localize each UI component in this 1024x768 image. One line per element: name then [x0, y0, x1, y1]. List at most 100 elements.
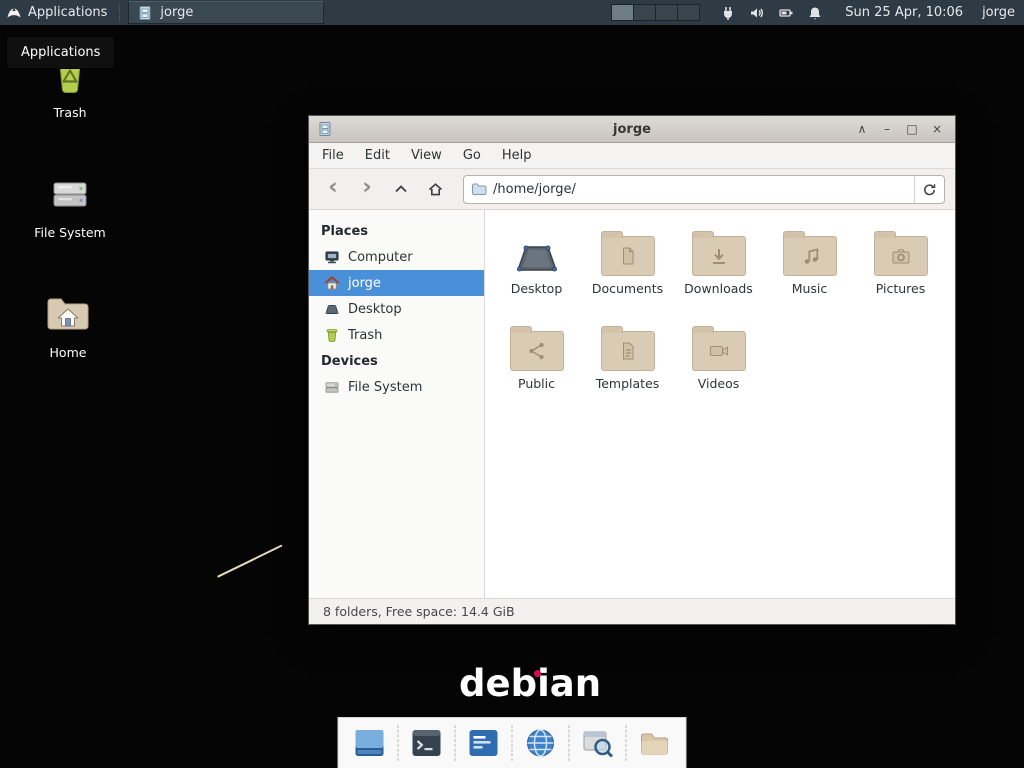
sidebar-item-jorge[interactable]: jorge [309, 270, 484, 296]
desktop-icon-label: Trash [53, 105, 86, 120]
dock-separator [398, 725, 399, 761]
applications-tooltip-text: Applications [21, 45, 100, 60]
file-icon-downloads[interactable]: Downloads [673, 226, 764, 321]
file-label: Music [792, 281, 828, 296]
back-icon: ‹ [328, 176, 337, 199]
file-view[interactable]: Desktop Documents Downloads [485, 210, 955, 598]
address-bar [463, 175, 945, 204]
sidebar-item-desktop[interactable]: Desktop [309, 296, 484, 322]
panel-spacer [324, 0, 603, 25]
shade-button[interactable]: ∧ [852, 119, 872, 139]
applications-tooltip: Applications [6, 36, 115, 69]
file-icon-pictures[interactable]: Pictures [855, 226, 946, 321]
drive-icon [324, 379, 340, 395]
volume-icon[interactable] [749, 5, 765, 21]
file-icon-templates[interactable]: Templates [582, 321, 673, 416]
panel-user-action[interactable]: jorge [973, 0, 1024, 25]
desktop-icon-label: Home [50, 345, 87, 360]
computer-icon [324, 249, 340, 265]
home-folder-icon [44, 290, 92, 338]
dock-separator [626, 725, 627, 761]
file-label: Downloads [684, 281, 753, 296]
dock-panel [338, 717, 687, 768]
file-icon-documents[interactable]: Documents [582, 226, 673, 321]
workspace-1[interactable] [612, 5, 633, 20]
file-icon-desktop[interactable]: Desktop [491, 226, 582, 321]
sidebar-item-label: Desktop [348, 302, 402, 317]
sidebar-item-trash[interactable]: Trash [309, 322, 484, 348]
dock-separator [512, 725, 513, 761]
dock-launcher-web-browser[interactable] [522, 723, 560, 763]
console-icon [468, 727, 500, 759]
top-panel: Applications jorge Sun 25 Apr, 10:06 jor… [0, 0, 1024, 25]
forward-button[interactable]: › [353, 175, 381, 203]
sidebar-item-label: File System [348, 380, 422, 395]
dock-separator [569, 725, 570, 761]
dock-launcher-file-manager[interactable] [636, 723, 674, 763]
applications-menu-button[interactable]: Applications [0, 0, 117, 25]
desktop-pad-icon [514, 226, 560, 276]
reload-button[interactable] [914, 176, 944, 203]
system-tray [708, 0, 835, 25]
statusbar: 8 folders, Free space: 14.4 GiB [309, 598, 955, 624]
dock-launcher-terminal[interactable] [408, 723, 446, 763]
file-label: Documents [592, 281, 663, 296]
file-icon-videos[interactable]: Videos [673, 321, 764, 416]
desktop-root: { "icons": { "back": "‹", "forward": "›"… [0, 0, 1024, 768]
address-input[interactable] [493, 182, 908, 197]
dock-launcher-console[interactable] [465, 723, 503, 763]
toolbar: ‹ › [309, 169, 955, 210]
wallpaper-line-artifact [217, 544, 283, 577]
menu-help[interactable]: Help [502, 148, 532, 163]
sidebar-header-devices: Devices [309, 348, 484, 374]
home-icon [324, 275, 340, 291]
maximize-button[interactable]: □ [902, 119, 922, 139]
desktop-icon-home[interactable]: Home [20, 290, 116, 360]
workspace-2[interactable] [634, 5, 655, 20]
applications-menu-label: Applications [28, 5, 107, 20]
taskbar-window-label: jorge [160, 5, 193, 20]
menu-edit[interactable]: Edit [365, 148, 390, 163]
workspace-3[interactable] [656, 5, 677, 20]
power-plug-icon[interactable] [720, 5, 736, 21]
sidebar: Places Computer jorge Desktop [309, 210, 485, 598]
file-label: Templates [596, 376, 660, 391]
globe-icon [525, 727, 557, 759]
dock-launcher-desktop[interactable] [351, 723, 389, 763]
file-label: Videos [698, 376, 740, 391]
home-button[interactable] [421, 175, 449, 203]
menu-view[interactable]: View [411, 148, 442, 163]
sidebar-item-label: Trash [348, 328, 382, 343]
minimize-button[interactable]: – [877, 119, 897, 139]
debian-swirl-dot [534, 670, 541, 677]
back-button[interactable]: ‹ [319, 175, 347, 203]
trash-icon [324, 327, 340, 343]
sidebar-item-computer[interactable]: Computer [309, 244, 484, 270]
taskbar-window-button[interactable]: jorge [128, 1, 324, 24]
clock[interactable]: Sun 25 Apr, 10:06 [835, 0, 973, 25]
sidebar-item-label: Computer [348, 250, 413, 265]
dock-launcher-application-finder[interactable] [579, 723, 617, 763]
drive-icon [46, 170, 94, 218]
menu-go[interactable]: Go [463, 148, 481, 163]
sidebar-item-label: jorge [348, 276, 381, 291]
videos-folder-icon [692, 321, 746, 371]
xfce-logo-icon [6, 5, 22, 21]
home-icon [427, 181, 444, 197]
menu-file[interactable]: File [322, 148, 344, 163]
address-folder-icon [471, 181, 487, 197]
desktop-icon-file-system[interactable]: File System [22, 170, 118, 240]
notifications-bell-icon[interactable] [807, 5, 823, 21]
file-icon-public[interactable]: Public [491, 321, 582, 416]
forward-icon: › [362, 176, 371, 199]
file-icon-music[interactable]: Music [764, 226, 855, 321]
workspace-4[interactable] [678, 5, 699, 20]
sidebar-item-file-system[interactable]: File System [309, 374, 484, 400]
window-titlebar[interactable]: jorge ∧ – □ × [309, 116, 955, 143]
pictures-folder-icon [874, 226, 928, 276]
close-button[interactable]: × [927, 119, 947, 139]
workspace-switcher [611, 4, 700, 21]
up-button[interactable] [387, 175, 415, 203]
battery-icon[interactable] [778, 5, 794, 21]
dock-separator [455, 725, 456, 761]
